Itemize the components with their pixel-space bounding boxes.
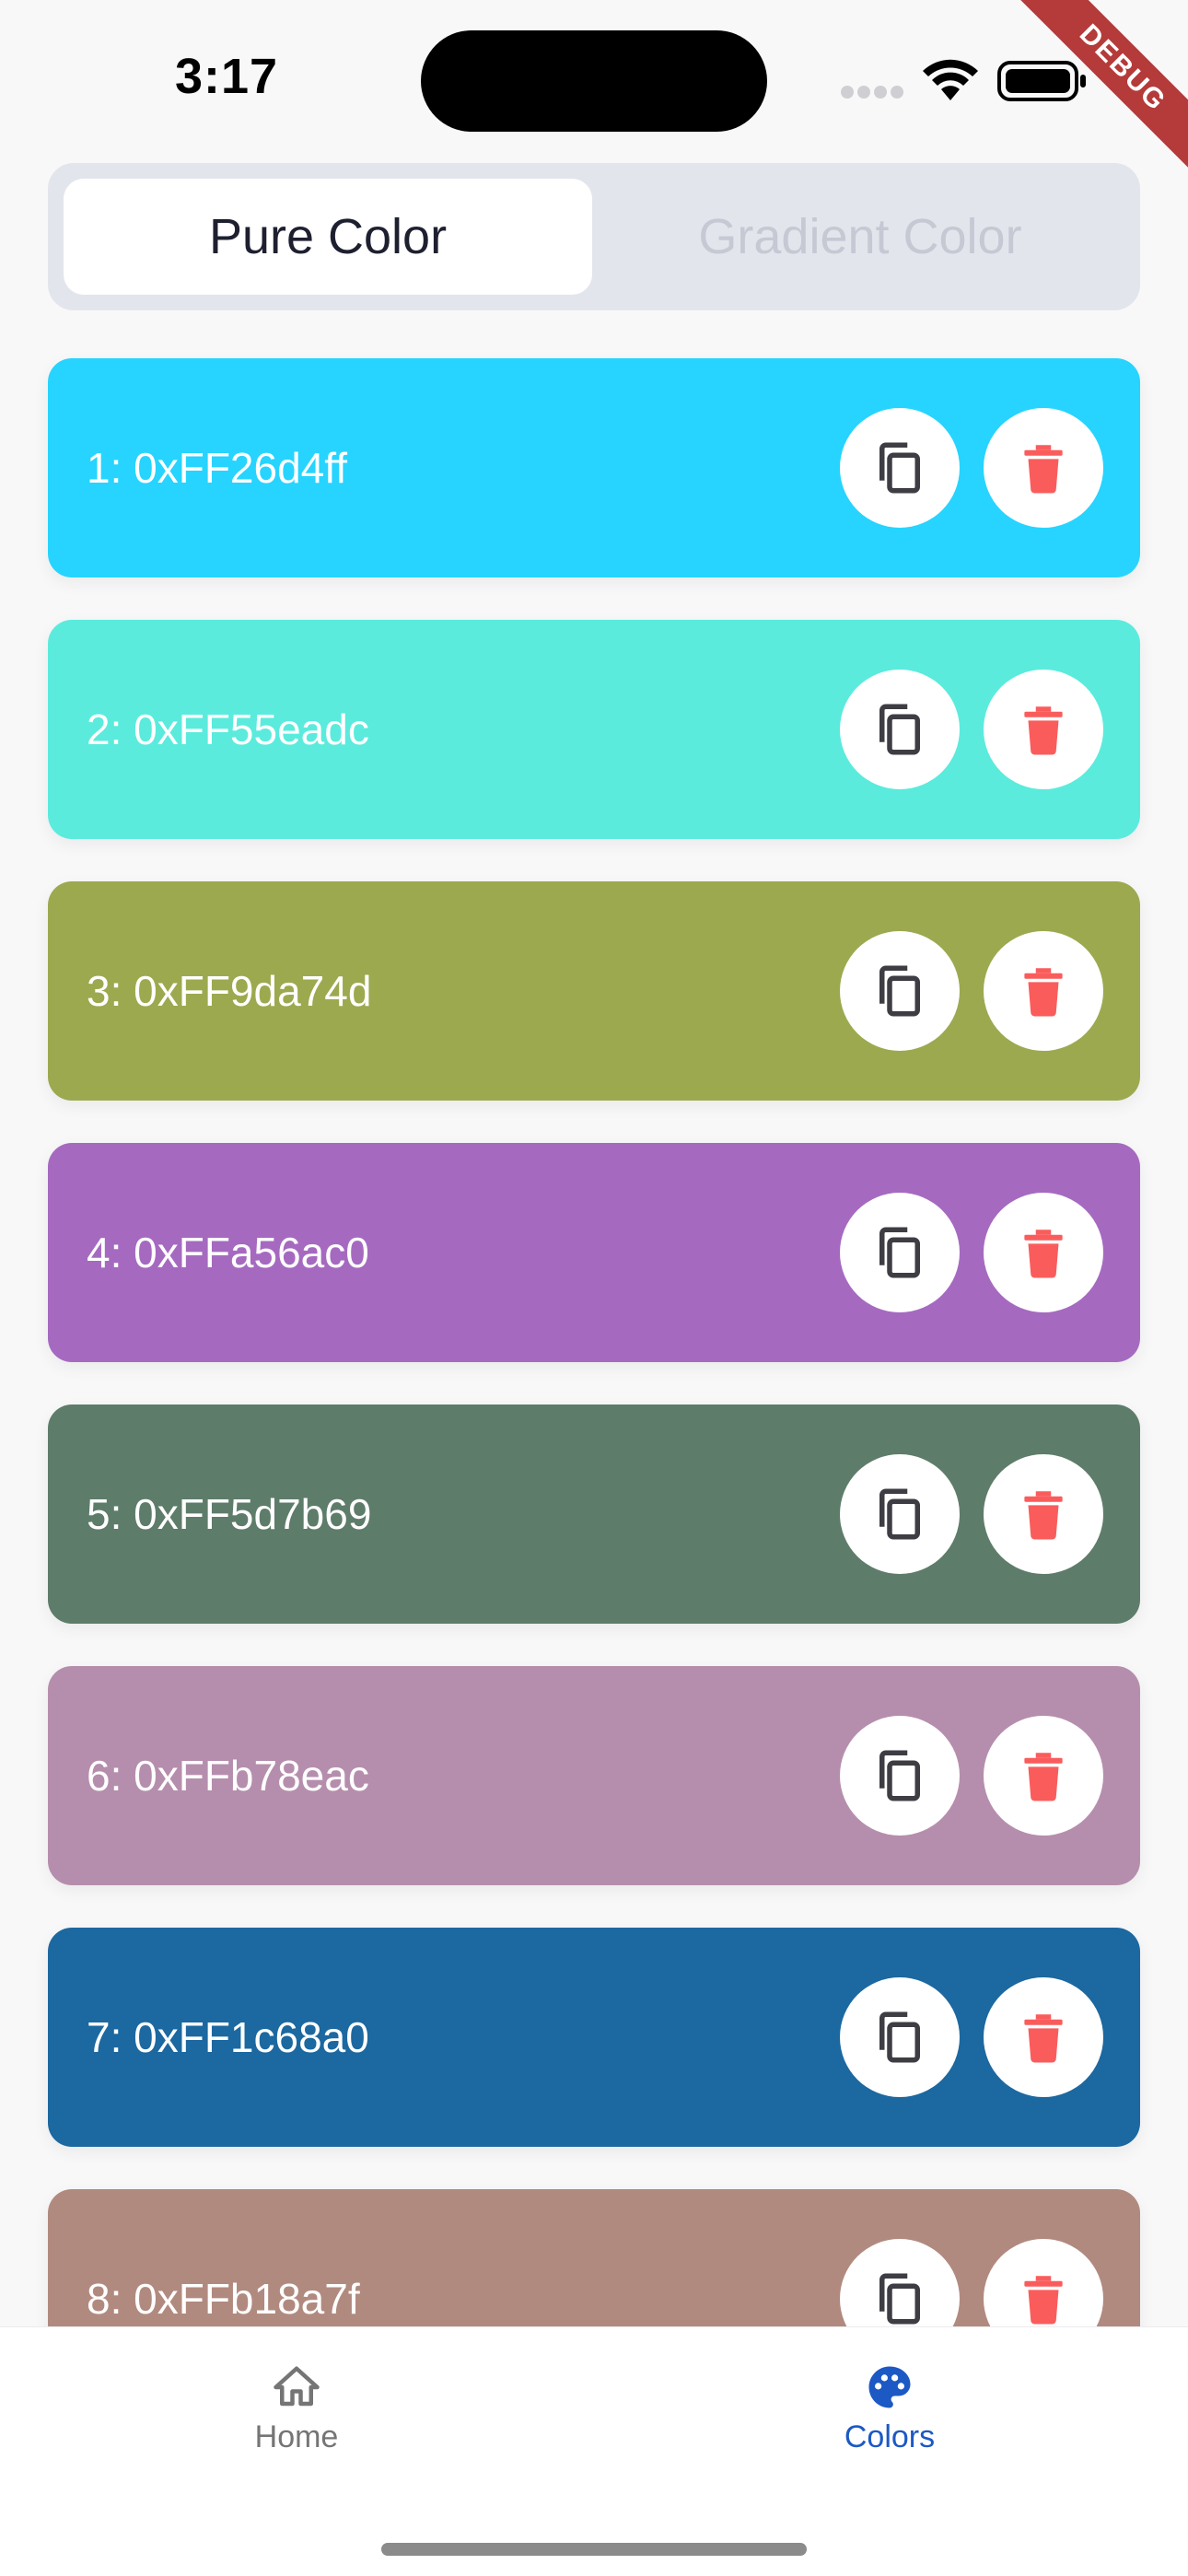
copy-icon	[879, 704, 920, 755]
trash-icon	[1024, 706, 1063, 755]
copy-color-button[interactable]	[840, 1454, 960, 1574]
delete-color-button[interactable]	[984, 1193, 1103, 1312]
tab-pure-color[interactable]: Pure Color	[64, 179, 592, 295]
copy-icon	[879, 1488, 920, 1540]
color-card[interactable]: 3: 0xFF9da74d	[48, 881, 1140, 1101]
home-indicator	[381, 2543, 807, 2556]
color-card-label: 1: 0xFF26d4ff	[87, 444, 347, 492]
wifi-icon	[923, 59, 978, 100]
nav-item-colors[interactable]: Colors	[751, 2362, 1028, 2455]
copy-color-button[interactable]	[840, 408, 960, 528]
palette-icon	[868, 2366, 911, 2408]
color-card[interactable]: 7: 0xFF1c68a0	[48, 1928, 1140, 2147]
color-card[interactable]: 6: 0xFFb78eac	[48, 1666, 1140, 1885]
color-card-label: 5: 0xFF5d7b69	[87, 1490, 372, 1538]
color-card-label: 3: 0xFF9da74d	[87, 967, 372, 1015]
battery-icon	[997, 61, 1086, 101]
bottom-navigation-bar: Home Colors	[0, 2326, 1188, 2576]
color-card[interactable]: 4: 0xFFa56ac0	[48, 1143, 1140, 1362]
color-card[interactable]: 2: 0xFF55eadc	[48, 620, 1140, 839]
cellular-signal-icon	[841, 86, 903, 99]
status-bar: 3:17 DEBUG	[0, 0, 1188, 180]
copy-icon	[879, 1227, 920, 1278]
trash-icon	[1024, 445, 1063, 494]
color-card-label: 4: 0xFFa56ac0	[87, 1229, 369, 1276]
dynamic-island	[421, 30, 767, 132]
delete-color-button[interactable]	[984, 1977, 1103, 2097]
copy-color-button[interactable]	[840, 1193, 960, 1312]
trash-icon	[1024, 1753, 1063, 1801]
delete-color-button[interactable]	[984, 670, 1103, 789]
trash-icon	[1024, 2276, 1063, 2325]
delete-color-button[interactable]	[984, 931, 1103, 1051]
delete-color-button[interactable]	[984, 408, 1103, 528]
color-card-label: 7: 0xFF1c68a0	[87, 2013, 369, 2061]
nav-label-colors: Colors	[844, 2419, 936, 2454]
copy-color-button[interactable]	[840, 670, 960, 789]
trash-icon	[1024, 2014, 1063, 2063]
trash-icon	[1024, 968, 1063, 1017]
color-card-label: 6: 0xFFb78eac	[87, 1752, 369, 1800]
color-list: 1: 0xFF26d4ff 2: 0xFF55eadc 3: 0xFF9da74d 4…	[48, 358, 1140, 2451]
trash-icon	[1024, 1491, 1063, 1540]
copy-icon	[879, 2273, 920, 2325]
copy-color-button[interactable]	[840, 1716, 960, 1836]
nav-item-home[interactable]: Home	[158, 2362, 435, 2455]
delete-color-button[interactable]	[984, 1716, 1103, 1836]
home-icon	[274, 2366, 320, 2407]
copy-color-button[interactable]	[840, 1977, 960, 2097]
color-card[interactable]: 1: 0xFF26d4ff	[48, 358, 1140, 577]
copy-icon	[879, 442, 920, 494]
copy-color-button[interactable]	[840, 931, 960, 1051]
copy-icon	[879, 1750, 920, 1801]
tab-gradient-color[interactable]: Gradient Color	[596, 179, 1124, 295]
nav-label-home: Home	[254, 2419, 339, 2454]
copy-icon	[879, 2011, 920, 2063]
status-time: 3:17	[175, 49, 279, 104]
color-card[interactable]: 5: 0xFF5d7b69	[48, 1405, 1140, 1624]
trash-icon	[1024, 1230, 1063, 1278]
copy-icon	[879, 965, 920, 1017]
delete-color-button[interactable]	[984, 1454, 1103, 1574]
color-card-label: 2: 0xFF55eadc	[87, 705, 369, 753]
color-type-segmented-control: Pure Color Gradient Color	[48, 163, 1140, 310]
